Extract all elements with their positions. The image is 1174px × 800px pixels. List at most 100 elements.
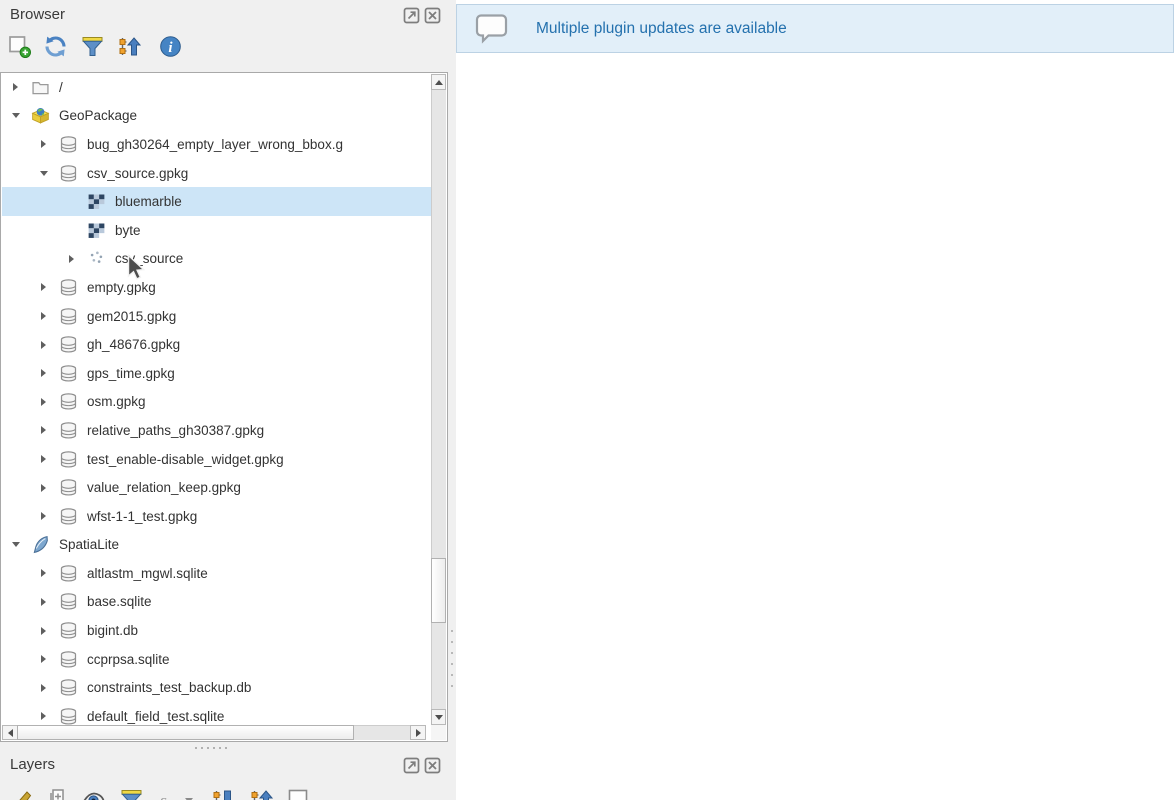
database-icon [58,506,79,527]
filter-expression-button[interactable]: ε [155,787,181,800]
tree-row[interactable]: osm.gpkg [2,388,446,417]
geopackage-icon [30,105,51,126]
collapse-arrow-icon[interactable] [8,108,23,123]
tree-item-label: test_enable-disable_widget.gpkg [87,452,284,467]
notification-message[interactable]: Multiple plugin updates are available [536,20,787,38]
layers-panel-titlebar: Layers [0,752,448,782]
scroll-up-button[interactable] [431,74,446,90]
tree-row[interactable]: csv_source [2,245,446,274]
tree-row[interactable]: bug_gh30264_empty_layer_wrong_bbox.g [2,130,446,159]
collapse-all-icon [117,34,143,59]
properties-widget-icon: i [158,34,184,59]
expand-arrow-icon[interactable] [36,394,51,409]
tree-row[interactable]: altlastm_mgwl.sqlite [2,559,446,588]
speech-bubble-icon [474,13,510,45]
expand-arrow-icon[interactable] [8,80,23,95]
expand-arrow-icon[interactable] [36,423,51,438]
database-icon [58,277,79,298]
tree-item-label: bug_gh30264_empty_layer_wrong_bbox.g [87,137,343,152]
browser-float-button[interactable] [403,7,420,24]
left-dock-area: Browser i /GeoPackage bug_gh30264_empty_l… [0,0,448,800]
expand-all-button[interactable] [211,787,237,800]
database-icon [58,706,79,727]
tree-row[interactable]: gh_48676.gpkg [2,330,446,359]
dock-canvas-splitter[interactable] [449,0,456,800]
expand-arrow-icon[interactable] [36,623,51,638]
collapse-all-button[interactable] [117,34,143,60]
remove-layer-button[interactable] [286,787,312,800]
expand-arrow-icon[interactable] [36,709,51,724]
tree-row[interactable]: wfst-1-1_test.gpkg [2,502,446,531]
filter-browser-button[interactable] [80,34,106,60]
database-icon [58,591,79,612]
tree-row[interactable]: bigint.db [2,616,446,645]
expand-arrow-icon[interactable] [64,251,79,266]
svg-text:ε: ε [160,791,167,800]
collapse-arrow-icon[interactable] [36,166,51,181]
manage-map-themes-button[interactable] [81,787,107,800]
tree-row[interactable]: constraints_test_backup.db [2,673,446,702]
expand-arrow-icon[interactable] [36,137,51,152]
database-icon [58,391,79,412]
tree-row[interactable]: / [2,73,446,102]
expand-arrow-icon[interactable] [36,280,51,295]
expand-arrow-icon[interactable] [36,309,51,324]
add-layer-button[interactable] [7,34,33,60]
tree-row[interactable]: SpatiaLite [2,531,446,560]
expand-arrow-icon[interactable] [36,652,51,667]
tree-row[interactable]: byte [2,216,446,245]
database-icon [58,563,79,584]
layers-float-button[interactable] [403,757,420,774]
layers-close-button[interactable] [424,757,441,774]
expand-arrow-icon[interactable] [36,594,51,609]
vertical-scrollbar-thumb[interactable] [431,558,446,623]
tree-row[interactable]: relative_paths_gh30387.gpkg [2,416,446,445]
horizontal-scrollbar[interactable] [2,725,426,740]
browser-close-button[interactable] [424,7,441,24]
tree-row[interactable]: test_enable-disable_widget.gpkg [2,445,446,474]
expand-arrow-icon[interactable] [36,509,51,524]
scroll-right-button[interactable] [410,725,426,740]
map-canvas[interactable]: Multiple plugin updates are available [456,0,1174,800]
collapse-tree-button[interactable] [249,787,275,800]
collapse-arrow-icon[interactable] [8,537,23,552]
scroll-down-button[interactable] [431,709,446,725]
filter-legend-button[interactable] [119,787,145,800]
expand-arrow-icon[interactable] [36,680,51,695]
tree-row[interactable]: ccprpsa.sqlite [2,645,446,674]
expand-arrow-icon[interactable] [36,366,51,381]
refresh-button[interactable] [43,34,69,60]
expand-arrow-icon[interactable] [36,337,51,352]
manage-map-themes-icon [81,787,107,800]
float-icon [403,757,420,774]
points-icon [86,248,107,269]
open-layer-styling-icon [7,787,33,800]
add-group-button[interactable] [45,787,71,800]
remove-layer-icon [286,787,312,800]
expand-arrow-icon[interactable] [36,480,51,495]
tree-row[interactable]: gem2015.gpkg [2,302,446,331]
database-icon [58,677,79,698]
tree-item-label: gh_48676.gpkg [87,337,180,352]
browser-panel-titlebar: Browser [0,0,448,30]
scroll-left-button[interactable] [2,725,18,740]
properties-widget-button[interactable]: i [158,34,184,60]
tree-item-label: gem2015.gpkg [87,309,176,324]
tree-item-label: csv_source.gpkg [87,166,188,181]
expand-arrow-icon[interactable] [36,566,51,581]
tree-row[interactable]: empty.gpkg [2,273,446,302]
tree-row[interactable]: bluemarble [2,187,446,216]
notification-bar[interactable]: Multiple plugin updates are available [456,4,1174,53]
tree-item-label: ccprpsa.sqlite [87,652,170,667]
add-group-icon [45,787,71,800]
tree-row[interactable]: GeoPackage [2,102,446,131]
open-layer-styling-button[interactable] [7,787,33,800]
vertical-scrollbar[interactable] [431,74,446,725]
tree-row[interactable]: csv_source.gpkg [2,159,446,188]
expand-arrow-icon[interactable] [36,452,51,467]
tree-row[interactable]: base.sqlite [2,588,446,617]
tree-row[interactable]: gps_time.gpkg [2,359,446,388]
database-icon [58,134,79,155]
horizontal-scrollbar-thumb[interactable] [17,725,354,740]
tree-row[interactable]: value_relation_keep.gpkg [2,473,446,502]
